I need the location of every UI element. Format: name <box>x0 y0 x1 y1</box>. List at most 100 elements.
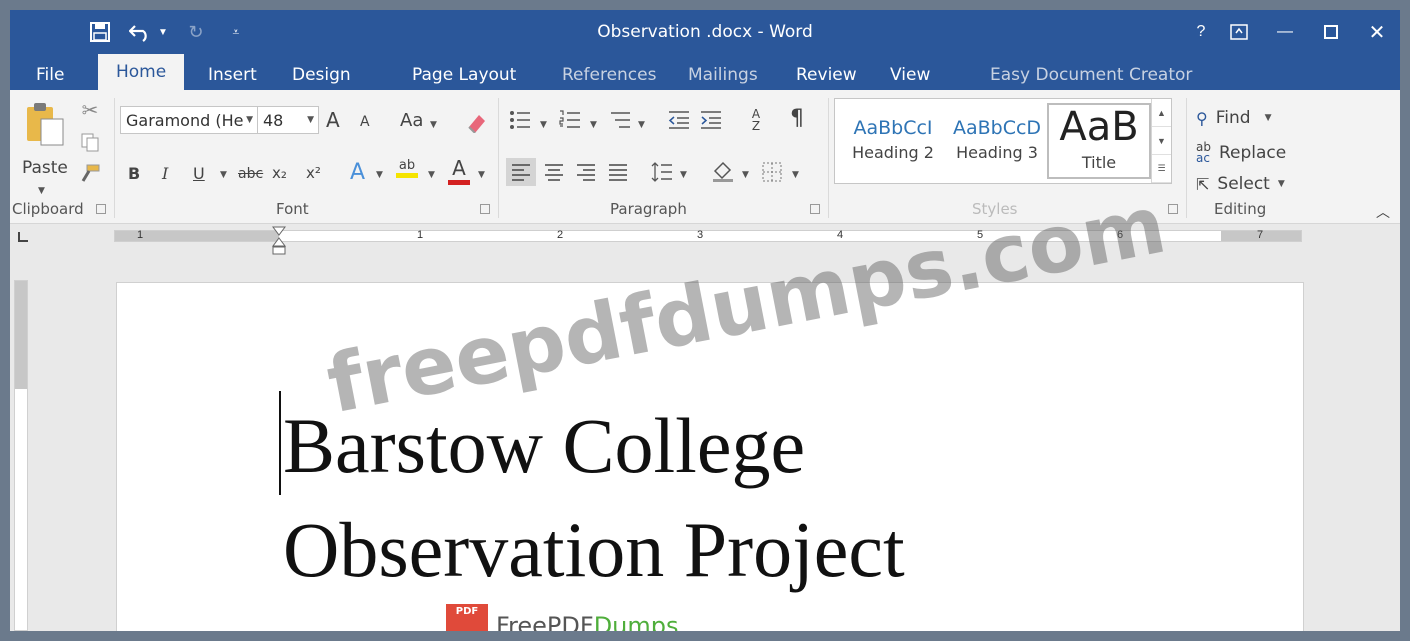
shading-dropdown-icon[interactable]: ▼ <box>742 170 749 180</box>
borders-dropdown-icon[interactable]: ▼ <box>792 170 799 180</box>
clipboard-paste-icon[interactable] <box>22 100 68 148</box>
maximize-button[interactable] <box>1308 10 1354 54</box>
increase-indent-icon[interactable] <box>698 108 724 132</box>
font-name-box[interactable]: Garamond (He ▼ <box>120 106 258 134</box>
tab-home[interactable]: Home <box>98 54 185 90</box>
text-effects-dropdown-icon[interactable]: ▼ <box>376 170 383 180</box>
align-center-icon[interactable] <box>542 160 566 184</box>
highlight-dropdown-icon[interactable]: ▼ <box>428 170 435 180</box>
highlight-color-icon[interactable]: ab <box>396 158 418 178</box>
highlight-letters: ab <box>398 158 416 173</box>
highlight-swatch <box>396 173 418 178</box>
multilevel-dropdown-icon[interactable]: ▼ <box>638 120 645 130</box>
ruler-number: 7 <box>1257 229 1264 241</box>
vertical-ruler[interactable] <box>14 280 28 631</box>
tab-insert[interactable]: Insert <box>208 60 257 90</box>
font-color-dropdown-icon[interactable]: ▼ <box>478 170 485 180</box>
tab-design[interactable]: Design <box>292 60 351 90</box>
justify-icon[interactable] <box>606 160 630 184</box>
ruler-number: 3 <box>697 229 704 241</box>
decrease-indent-icon[interactable] <box>666 108 692 132</box>
tab-review[interactable]: Review <box>796 60 857 90</box>
grow-font-icon[interactable]: A <box>326 108 340 132</box>
superscript-icon[interactable]: x² <box>306 164 321 182</box>
bullets-dropdown-icon[interactable]: ▼ <box>540 120 547 130</box>
style-name: Heading 3 <box>956 143 1038 162</box>
help-button[interactable]: ? <box>1186 10 1216 54</box>
tab-mailings[interactable]: Mailings <box>688 60 758 90</box>
tab-file[interactable]: File <box>36 60 64 90</box>
clear-formatting-icon[interactable] <box>464 110 488 134</box>
document-line[interactable]: Observation Project <box>283 505 905 595</box>
paste-dropdown-icon[interactable]: ▼ <box>38 186 45 196</box>
clipboard-launcher-icon[interactable] <box>96 204 106 214</box>
paragraph-launcher-icon[interactable] <box>810 204 820 214</box>
font-launcher-icon[interactable] <box>480 204 490 214</box>
ribbon-display-options-icon[interactable] <box>1216 10 1262 54</box>
underline-icon[interactable]: U <box>193 164 205 183</box>
borders-icon[interactable] <box>760 160 784 184</box>
italic-icon[interactable]: I <box>162 164 168 183</box>
strikethrough-icon[interactable]: abc <box>238 166 263 182</box>
tab-easy-document-creator[interactable]: Easy Document Creator <box>990 60 1192 90</box>
line-spacing-icon[interactable] <box>650 160 674 184</box>
font-size-dropdown-icon[interactable]: ▼ <box>307 115 314 125</box>
styles-gallery: AaBbCcI Heading 2 AaBbCcD Heading 3 AaB … <box>834 98 1172 184</box>
close-button[interactable]: ✕ <box>1354 10 1400 54</box>
underline-dropdown-icon[interactable]: ▼ <box>220 170 227 180</box>
cut-icon[interactable]: ✂ <box>78 98 102 122</box>
bold-icon[interactable]: B <box>128 164 140 183</box>
find-dropdown-icon[interactable]: ▼ <box>1265 113 1272 123</box>
group-divider <box>828 98 829 218</box>
align-left-icon[interactable] <box>506 158 536 186</box>
subscript-icon[interactable]: x₂ <box>272 164 287 182</box>
tab-view[interactable]: View <box>890 60 930 90</box>
indent-marker-icon[interactable] <box>272 226 286 256</box>
format-painter-icon[interactable] <box>78 162 102 186</box>
copy-icon[interactable] <box>78 130 102 154</box>
change-case-dropdown-icon[interactable]: ▼ <box>430 120 437 130</box>
font-size-box[interactable]: 48 ▼ <box>257 106 319 134</box>
ribbon: Paste ▼ ✂ Clipboard Garamond (He ▼ 48 ▼ … <box>10 90 1400 224</box>
select-dropdown-icon[interactable]: ▼ <box>1278 179 1285 189</box>
styles-scroll: ▲ ▼ ☰ <box>1151 99 1171 183</box>
styles-scroll-down-icon[interactable]: ▼ <box>1152 127 1171 155</box>
minimize-button[interactable]: — <box>1262 10 1308 54</box>
style-heading-3[interactable]: AaBbCcD Heading 3 <box>945 103 1049 179</box>
paste-button[interactable]: Paste <box>22 158 68 178</box>
tab-selector-icon[interactable] <box>18 232 28 242</box>
show-hide-formatting-icon[interactable]: ¶ <box>790 106 804 131</box>
ruler-area: 1 1 2 3 4 5 6 7 <box>10 224 1400 262</box>
style-name: Title <box>1081 153 1117 172</box>
tab-references[interactable]: References <box>562 60 656 90</box>
multilevel-list-icon[interactable] <box>608 108 632 132</box>
font-color-icon[interactable]: A <box>448 156 470 185</box>
change-case-icon[interactable]: Aa <box>400 110 423 131</box>
ruler-number: 1 <box>417 229 424 241</box>
select-button[interactable]: ⇱ Select ▼ <box>1196 174 1285 194</box>
text-cursor <box>279 391 281 495</box>
style-title[interactable]: AaB Title <box>1047 103 1151 179</box>
numbering-dropdown-icon[interactable]: ▼ <box>590 120 597 130</box>
numbering-icon[interactable] <box>558 108 582 132</box>
text-effects-icon[interactable]: A <box>350 160 365 185</box>
group-divider <box>498 98 499 218</box>
font-name-value: Garamond (He <box>126 110 244 130</box>
paragraph-group-label: Paragraph <box>610 200 687 218</box>
font-name-dropdown-icon[interactable]: ▼ <box>246 115 253 125</box>
word-window: ▼ ↻ ⩡ Observation .docx - Word ? — ✕ Fil… <box>10 10 1400 631</box>
tab-page-layout[interactable]: Page Layout <box>412 60 516 90</box>
sort-icon[interactable]: AZ <box>744 106 768 134</box>
line-spacing-dropdown-icon[interactable]: ▼ <box>680 170 687 180</box>
shading-icon[interactable] <box>710 158 736 184</box>
shrink-font-icon[interactable]: A <box>360 114 370 130</box>
styles-scroll-up-icon[interactable]: ▲ <box>1152 99 1171 127</box>
styles-launcher-icon[interactable] <box>1168 204 1178 214</box>
style-preview: AaBbCcI <box>853 117 933 139</box>
align-right-icon[interactable] <box>574 160 598 184</box>
bullets-icon[interactable] <box>508 108 532 132</box>
collapse-ribbon-icon[interactable]: ︿ <box>1376 202 1390 222</box>
style-heading-2[interactable]: AaBbCcI Heading 2 <box>841 103 945 179</box>
replace-button[interactable]: ab ac Replace <box>1196 141 1286 164</box>
find-button[interactable]: ⚲ Find ▼ <box>1196 108 1271 128</box>
